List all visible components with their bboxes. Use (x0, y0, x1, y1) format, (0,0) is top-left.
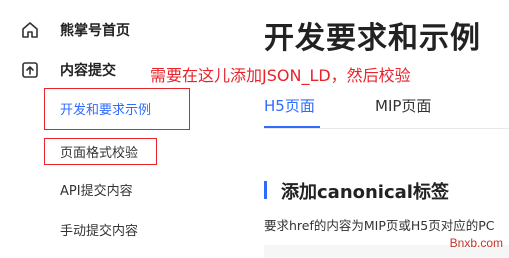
tab-mip[interactable]: MIP页面 (375, 95, 431, 116)
highlight-box-format-check (44, 138, 157, 165)
tab-divider (264, 128, 509, 129)
upload-icon (20, 60, 40, 80)
annotation-text: 需要在这儿添加JSON_LD，然后校验 (150, 66, 411, 85)
page-title: 开发要求和示例 (264, 21, 481, 56)
section-description: 要求href的内容为MIP页或H5页对应的PC (264, 218, 495, 233)
nav-home-label: 熊掌号首页 (60, 23, 130, 39)
section-title: 添加canonical标签 (281, 182, 449, 203)
home-icon (20, 20, 40, 40)
sidebar-item-manual-submit[interactable]: 手动提交内容 (60, 220, 138, 239)
nav-content-submit[interactable]: 内容提交 (20, 59, 116, 81)
nav-content-submit-label: 内容提交 (60, 63, 116, 79)
sidebar-item-api-submit[interactable]: API提交内容 (60, 180, 133, 199)
section-accent-bar (264, 181, 267, 199)
watermark: Bnxb.com (449, 236, 503, 250)
nav-home[interactable]: 熊掌号首页 (20, 19, 130, 41)
tab-active-indicator (264, 126, 320, 128)
tab-h5[interactable]: H5页面 (264, 95, 315, 116)
main-content: 开发要求和示例 H5页面 MIP页面 添加canonical标签 要求href的… (232, 0, 509, 258)
highlight-box-dev-examples (44, 88, 190, 130)
sidebar: 熊掌号首页 内容提交 开发和要求示例 页面格式校验 API提交内容 手动提交内容 (0, 0, 232, 258)
